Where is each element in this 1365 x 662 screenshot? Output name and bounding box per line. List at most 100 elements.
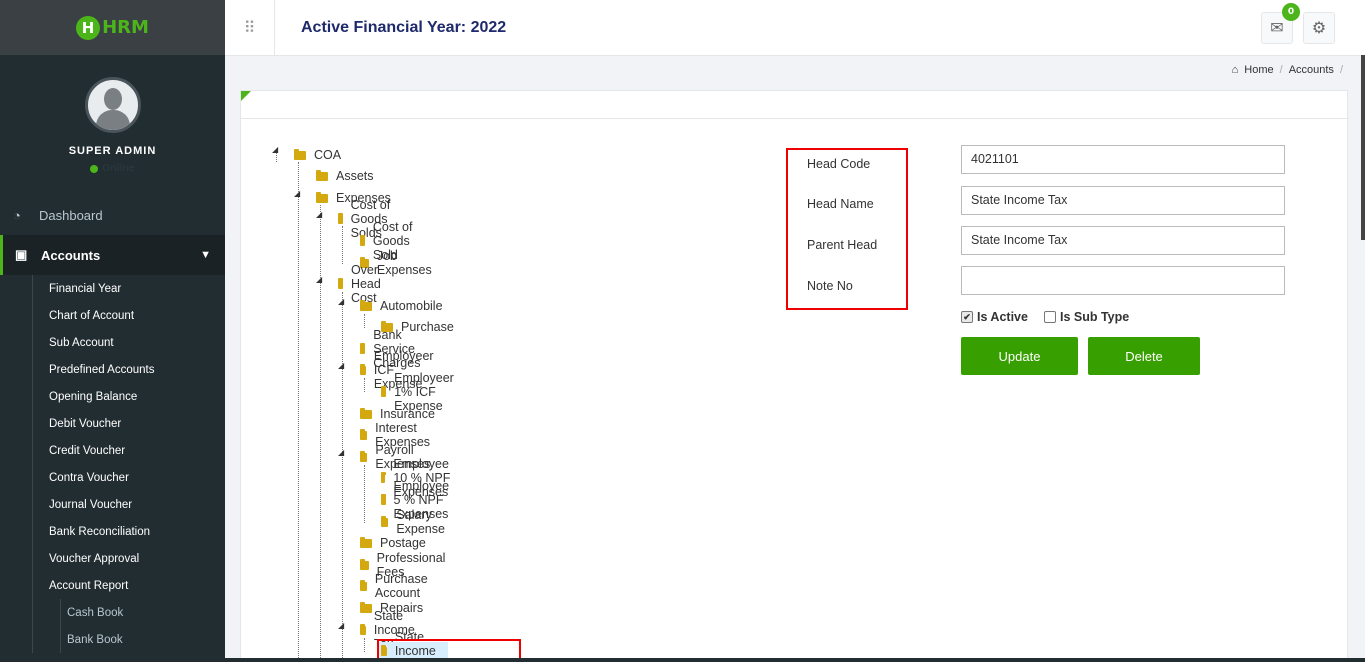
tree-guide-line [364, 378, 365, 392]
breadcrumb-home[interactable]: Home [1244, 64, 1273, 76]
folder-icon [360, 428, 368, 440]
breadcrumb-separator: / [1279, 64, 1283, 76]
folder-icon [360, 234, 365, 246]
folder-icon [338, 212, 343, 224]
folder-icon [360, 407, 372, 419]
tree-node[interactable]: Over Head Cost [338, 263, 388, 305]
tree-guide-line [364, 638, 365, 652]
delete-button[interactable]: Delete [1088, 337, 1200, 375]
sidebar-item-sub-account[interactable]: Sub Account [0, 329, 225, 356]
submenu-guide-line [32, 275, 33, 653]
sidebar-item-accounts[interactable]: ▣ Accounts ▼ [0, 235, 225, 275]
tree-node[interactable]: COA [294, 146, 341, 164]
panel-header [241, 91, 1347, 119]
head-code-label: Head Code [807, 157, 871, 171]
is-sub-type-checkbox[interactable]: Is Sub Type [1044, 310, 1129, 324]
envelope-icon: ✉ [1270, 18, 1284, 37]
folder-icon [360, 363, 366, 375]
tree-node[interactable]: Interest Expenses [360, 421, 435, 449]
collapse-toggle-icon[interactable]: ◢ [272, 145, 278, 154]
tree-node-label: Postage [380, 536, 426, 550]
sidebar-item-account-report[interactable]: Account Report [0, 572, 225, 599]
tree-node-label: Assets [336, 169, 374, 183]
collapse-toggle-icon[interactable]: ◢ [316, 210, 322, 219]
tree-node-label: Salary Expense [396, 508, 445, 536]
sidebar-item-voucher-approval[interactable]: Voucher Approval [0, 545, 225, 572]
header-actions: ✉ 0 ⚙ [1261, 2, 1335, 44]
collapse-toggle-icon[interactable]: ◢ [316, 275, 322, 284]
folder-icon [360, 450, 368, 462]
logo-mark: H [76, 15, 101, 40]
dashboard-icon: ◔ [13, 207, 21, 223]
folder-icon [381, 385, 387, 397]
collapse-toggle-icon[interactable]: ◢ [338, 448, 344, 457]
head-code-input[interactable]: 4021101 [961, 145, 1285, 174]
is-active-checkbox[interactable]: ✔ Is Active [961, 310, 1028, 324]
bottom-strip [0, 658, 1365, 662]
briefcase-icon: ▣ [15, 247, 28, 262]
page-scrollbar[interactable] [1361, 55, 1365, 240]
tree-guide-line [342, 226, 343, 264]
parent-head-label: Parent Head [807, 238, 878, 252]
tree-node[interactable]: Cost of Goods Sold [360, 220, 417, 262]
sidebar-item-predefined-accounts[interactable]: Predefined Accounts [0, 356, 225, 383]
folder-icon [360, 579, 367, 591]
tree-node[interactable]: Purchase Account [360, 572, 433, 600]
sidebar-item-opening-balance[interactable]: Opening Balance [0, 383, 225, 410]
sidebar-item-financial-year[interactable]: Financial Year [0, 275, 225, 302]
sidebar-item-label: Dashboard [39, 207, 103, 223]
head-name-input[interactable]: State Income Tax [961, 186, 1285, 215]
is-sub-type-label: Is Sub Type [1060, 310, 1130, 324]
apps-grid-icon[interactable]: ⠿ [225, 0, 275, 56]
tree-guide-line [364, 314, 365, 328]
tree-node-label: COA [314, 148, 342, 162]
folder-icon [316, 169, 328, 181]
folder-icon [316, 191, 328, 203]
logo-text: HRM [102, 17, 149, 38]
tree-node-label: Insurance [380, 407, 435, 421]
tree-node[interactable]: Salary Expense [381, 508, 450, 536]
tree-node[interactable]: Employee 5 % NPF Expenses [381, 479, 457, 521]
folder-icon [338, 277, 343, 289]
gear-icon: ⚙ [1311, 18, 1327, 37]
panel-corner-marker [241, 91, 251, 101]
parent-head-input[interactable]: State Income Tax [961, 226, 1285, 255]
accounts-submenu: Financial Year Chart of Account Sub Acco… [0, 275, 225, 653]
avatar-body [95, 110, 130, 130]
app-logo[interactable]: H HRM [76, 15, 149, 40]
sidebar-item-cash-book[interactable]: Cash Book [0, 599, 225, 626]
collapse-toggle-icon[interactable]: ◢ [338, 297, 344, 306]
sidebar-item-credit-voucher[interactable]: Credit Voucher [0, 437, 225, 464]
sidebar-item-dashboard[interactable]: ◔ Dashboard [0, 195, 225, 235]
tree-node[interactable]: Postage [360, 534, 426, 552]
sidebar-item-journal-voucher[interactable]: Journal Voucher [0, 491, 225, 518]
note-no-label: Note No [807, 279, 853, 293]
settings-button[interactable]: ⚙ [1303, 11, 1335, 44]
tree-node[interactable]: Assets [316, 167, 374, 185]
tree-node-label: Automobile [380, 299, 443, 313]
collapse-toggle-icon[interactable]: ◢ [338, 621, 344, 630]
sidebar-item-contra-voucher[interactable]: Contra Voucher [0, 464, 225, 491]
sidebar: H HRM SUPER ADMIN Online ◔ Dashboard ▣ A… [0, 0, 225, 662]
folder-icon [360, 342, 366, 354]
sidebar-item-bank-reconciliation[interactable]: Bank Reconciliation [0, 518, 225, 545]
subsubmenu-guide-line [60, 599, 61, 653]
head-name-label: Head Name [807, 197, 874, 211]
update-button[interactable]: Update [961, 337, 1078, 375]
note-no-input[interactable] [961, 266, 1285, 295]
online-dot-icon [90, 164, 99, 173]
collapse-toggle-icon[interactable]: ◢ [338, 361, 344, 370]
collapse-toggle-icon[interactable]: ◢ [294, 189, 300, 198]
folder-icon [360, 536, 372, 548]
tree-node[interactable]: Automobile [360, 297, 443, 315]
sidebar-item-chart-of-account[interactable]: Chart of Account [0, 302, 225, 329]
mail-button[interactable]: ✉ 0 [1261, 2, 1300, 44]
profile-status: Online [90, 163, 135, 174]
sidebar-item-debit-voucher[interactable]: Debit Voucher [0, 410, 225, 437]
home-icon: ⌂ [1231, 64, 1239, 76]
tree-node[interactable]: Employeer 1% ICF Expense [381, 371, 461, 413]
breadcrumb-current[interactable]: Accounts [1289, 64, 1334, 76]
user-profile: SUPER ADMIN Online [0, 55, 225, 195]
sidebar-item-bank-book[interactable]: Bank Book [0, 626, 225, 653]
tree-node-label: Purchase Account [374, 572, 428, 600]
